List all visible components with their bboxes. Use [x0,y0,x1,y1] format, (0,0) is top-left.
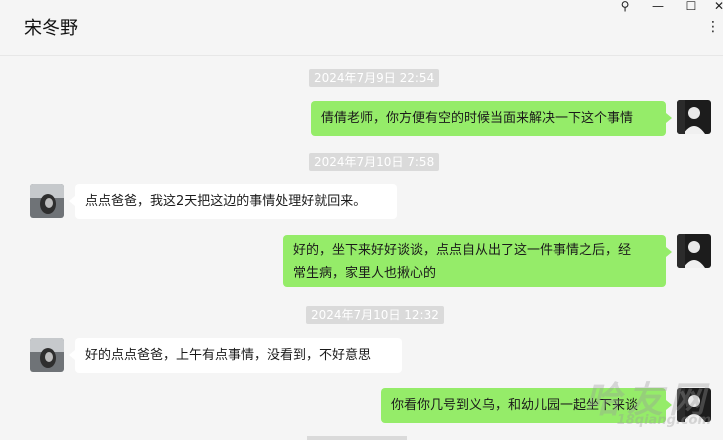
chat-title: 宋冬野 [24,18,78,39]
pin-icon[interactable]: ⚲ [615,0,635,14]
message-line: 好的，坐下来好好谈谈，点点自从出了这一件事情之后，经 [293,243,632,258]
minimize-icon[interactable]: — [648,0,668,14]
message-line: 常生病，家里人也揪心的 [293,266,437,281]
avatar-self[interactable] [677,100,711,134]
message-bubble-sent[interactable]: 好的，坐下来好好谈谈，点点自从出了这一件事情之后，经 常生病，家里人也揪心的 [283,235,672,287]
timestamp: 2024年7月10日 12:32 [306,306,444,324]
more-options-icon[interactable]: ⋮ [706,20,720,34]
message-bubble-received[interactable]: 好的点点爸爸，上午有点事情，没看到，不好意思 [69,338,402,373]
timestamp-partial [307,436,407,440]
timestamp: 2024年7月10日 7:58 [309,153,440,171]
avatar-self[interactable] [677,388,711,422]
avatar-self[interactable] [677,234,711,268]
close-icon[interactable]: ✕ [709,0,723,14]
maximize-icon[interactable]: ☐ [681,0,701,14]
avatar-contact[interactable] [30,184,64,218]
avatar-contact[interactable] [30,338,64,372]
timestamp: 2024年7月9日 22:54 [309,69,440,87]
chat-header: 宋冬野 ⚲ — ☐ ✕ ⋮ [0,0,723,56]
message-bubble-received[interactable]: 点点爸爸，我这2天把这边的事情处理好就回来。 [69,184,397,219]
message-bubble-sent[interactable]: 你看你几号到义乌，和幼儿园一起坐下来谈 [381,388,672,423]
message-bubble-sent[interactable]: 倩倩老师，你方便有空的时候当面来解决一下这个事情 [311,101,672,136]
